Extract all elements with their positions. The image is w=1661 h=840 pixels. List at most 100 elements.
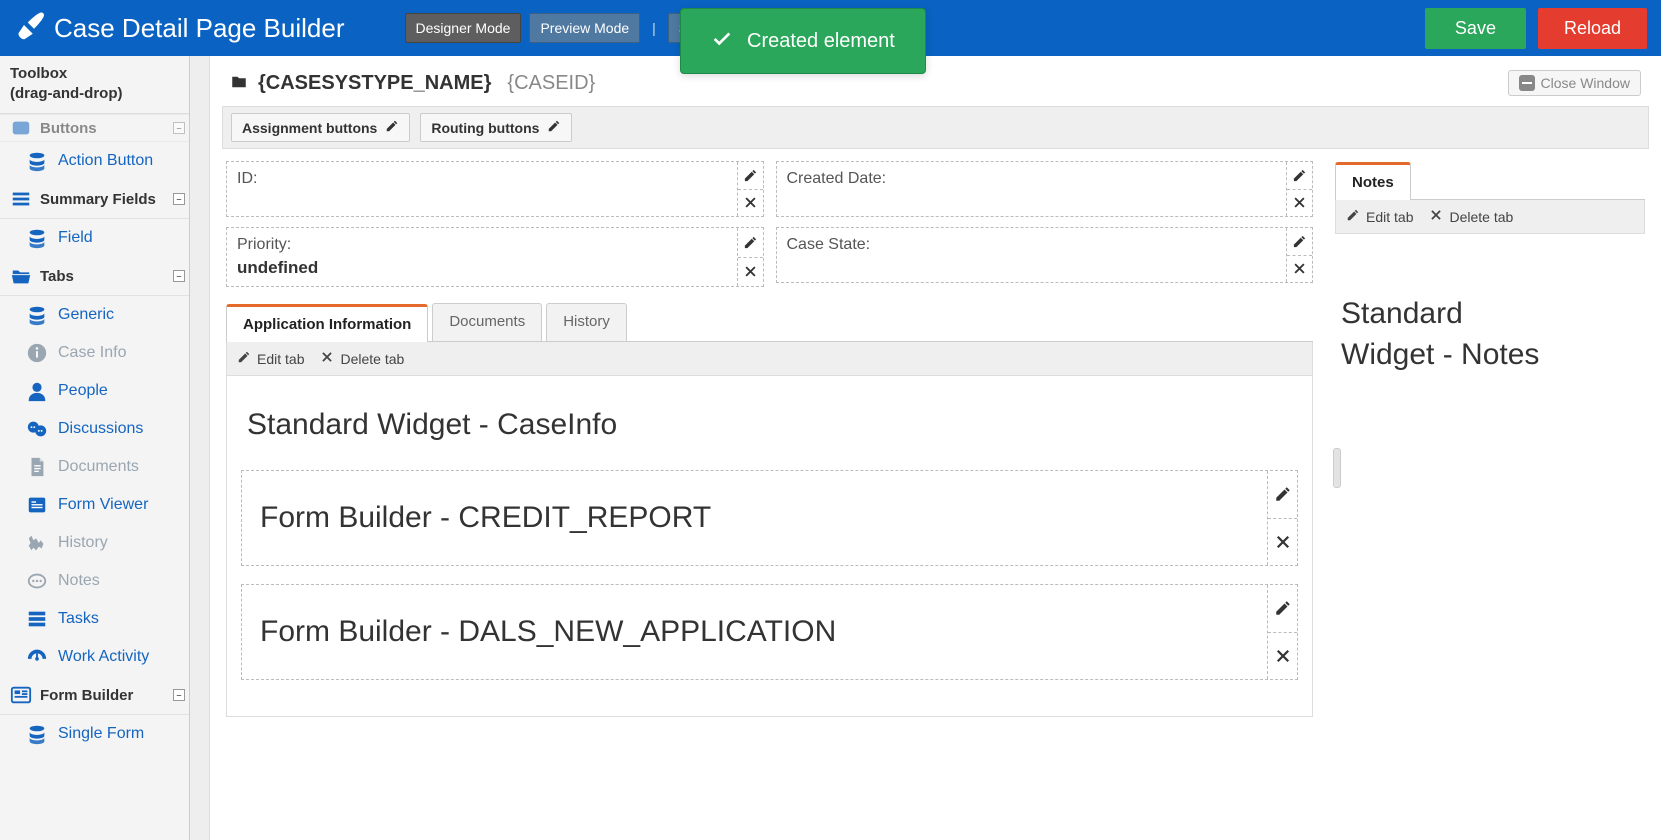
delete-field-button[interactable]	[738, 189, 763, 217]
preview-mode-button[interactable]: Preview Mode	[529, 13, 640, 43]
main-tabset: Application InformationDocumentsHistory …	[226, 303, 1313, 717]
tab-tools: Edit tab Delete tab	[226, 342, 1313, 376]
stack-icon	[26, 227, 48, 249]
info-icon	[26, 342, 48, 364]
app-title: Case Detail Page Builder	[14, 10, 345, 47]
sidebar-item-label: History	[58, 534, 108, 552]
summary-field-createddate[interactable]: Created Date:	[776, 161, 1314, 217]
right-column: Notes Edit tab Delete tab Standard	[1335, 161, 1645, 717]
sidebar-item-label: Case Info	[58, 344, 126, 362]
tab-application-information[interactable]: Application Information	[226, 304, 428, 342]
toolbox-item-generic[interactable]: Generic	[0, 296, 189, 334]
tasks-icon	[26, 608, 48, 630]
tab-notes[interactable]: Notes	[1335, 162, 1411, 200]
toolbox-item-people[interactable]: People	[0, 372, 189, 410]
collapse-icon[interactable]: –	[173, 193, 185, 205]
sidebar-item-label: People	[58, 382, 108, 400]
collapse-icon[interactable]: –	[173, 270, 185, 282]
toolbox-item-single-form[interactable]: Single Form	[0, 715, 189, 753]
history-icon	[26, 532, 48, 554]
brush-icon	[14, 10, 44, 47]
sidebar-item-label: Generic	[58, 306, 114, 324]
sidebar-item-label: Form Viewer	[58, 496, 148, 514]
sidebar-item-label: Tasks	[58, 610, 99, 628]
sidebar-item-label: Field	[58, 229, 93, 247]
form-widget-title: Form Builder - DALS_NEW_APPLICATION	[242, 585, 1267, 679]
gauge-icon	[26, 646, 48, 668]
summary-field-priority[interactable]: Priority: undefined	[226, 227, 764, 287]
edit-field-button[interactable]	[1287, 162, 1312, 189]
edit-field-button[interactable]	[738, 162, 763, 189]
form-builder-widget[interactable]: Form Builder - DALS_NEW_APPLICATION	[241, 584, 1298, 680]
toolbox-item-notes[interactable]: Notes	[0, 562, 189, 600]
edit-widget-button[interactable]	[1268, 585, 1297, 632]
chat-icon	[26, 418, 48, 440]
tab-history[interactable]: History	[546, 303, 627, 341]
reload-button[interactable]: Reload	[1538, 8, 1647, 49]
sidebar-item-label: Notes	[58, 572, 100, 590]
field-label: Case State:	[787, 236, 1277, 254]
toolbox-item-history[interactable]: History	[0, 524, 189, 562]
tab-documents[interactable]: Documents	[432, 303, 542, 341]
sidebar-resize-gutter[interactable]	[190, 56, 210, 840]
delete-field-button[interactable]	[738, 257, 763, 287]
collapse-icon[interactable]: –	[173, 689, 185, 701]
sidebar-item-label: Action Button	[58, 152, 153, 170]
minimize-icon	[1519, 75, 1535, 91]
stack-icon	[26, 723, 48, 745]
toolbox-item-discussions[interactable]: Discussions	[0, 410, 189, 448]
close-window-button[interactable]: Close Window	[1508, 70, 1641, 96]
toolbox-item-field[interactable]: Field	[0, 219, 189, 257]
toolbox-item-form-viewer[interactable]: Form Viewer	[0, 486, 189, 524]
stack-icon	[26, 304, 48, 326]
assignment-buttons-chip[interactable]: Assignment buttons	[231, 113, 410, 142]
toolbox-item-action-button[interactable]: Action Button	[0, 142, 189, 180]
edit-field-button[interactable]	[738, 228, 763, 257]
toolbox-item-case-info[interactable]: Case Info	[0, 334, 189, 372]
routing-buttons-chip[interactable]: Routing buttons	[420, 113, 572, 142]
designer-canvas: {CASESYSTYPE_NAME} {CASEID} Close Window…	[210, 56, 1661, 840]
save-button[interactable]: Save	[1425, 8, 1526, 49]
toolbox-item-documents[interactable]: Documents	[0, 448, 189, 486]
case-id: {CASEID}	[507, 72, 595, 95]
folder-open-icon	[10, 265, 32, 287]
notes-tab-tools: Edit tab Delete tab	[1335, 200, 1645, 234]
pencil-icon	[385, 119, 399, 136]
designer-mode-button[interactable]: Designer Mode	[405, 13, 522, 43]
edit-tab-button[interactable]: Edit tab	[1346, 208, 1413, 225]
form-builder-widget[interactable]: Form Builder - CREDIT_REPORT	[241, 470, 1298, 566]
delete-widget-button[interactable]	[1268, 518, 1297, 566]
edit-tab-button[interactable]: Edit tab	[237, 350, 304, 367]
pencil-icon	[237, 350, 251, 367]
collapse-icon[interactable]: –	[173, 122, 185, 134]
summary-field-id[interactable]: ID:	[226, 161, 764, 217]
edit-widget-button[interactable]	[1268, 471, 1297, 518]
toolbox-group-buttons[interactable]: Buttons –	[0, 114, 189, 142]
notes-tabbar: Notes	[1335, 161, 1645, 200]
bars-icon	[10, 188, 32, 210]
delete-field-button[interactable]	[1287, 189, 1312, 217]
summary-field-casestate[interactable]: Case State:	[776, 227, 1314, 283]
sidebar-item-label: Documents	[58, 458, 139, 476]
delete-tab-button[interactable]: Delete tab	[320, 350, 404, 367]
action-button-bar: Assignment buttons Routing buttons	[222, 106, 1649, 149]
column-resize-handle[interactable]	[1333, 448, 1341, 488]
form-widget-title: Form Builder - CREDIT_REPORT	[242, 471, 1267, 565]
delete-widget-button[interactable]	[1268, 632, 1297, 680]
toolbox-group-tabs[interactable]: Tabs –	[0, 257, 189, 296]
toolbox-item-work-activity[interactable]: Work Activity	[0, 638, 189, 676]
field-label: Priority:	[237, 236, 727, 254]
delete-tab-button[interactable]: Delete tab	[1429, 208, 1513, 225]
page-header-row: {CASESYSTYPE_NAME} {CASEID} Close Window	[218, 56, 1653, 106]
delete-field-button[interactable]	[1287, 255, 1312, 283]
edit-field-button[interactable]	[1287, 228, 1312, 255]
toolbox-item-tasks[interactable]: Tasks	[0, 600, 189, 638]
box-icon	[10, 117, 32, 139]
caseinfo-widget-title: Standard Widget - CaseInfo	[247, 408, 1292, 442]
field-value: undefined	[237, 258, 727, 278]
toolbox-sidebar: Toolbox (drag-and-drop) Buttons – Action…	[0, 56, 190, 840]
pencil-icon	[547, 119, 561, 136]
x-icon	[1429, 208, 1443, 225]
toolbox-group-summary-fields[interactable]: Summary Fields –	[0, 180, 189, 219]
toolbox-group-form-builder[interactable]: Form Builder –	[0, 676, 189, 715]
